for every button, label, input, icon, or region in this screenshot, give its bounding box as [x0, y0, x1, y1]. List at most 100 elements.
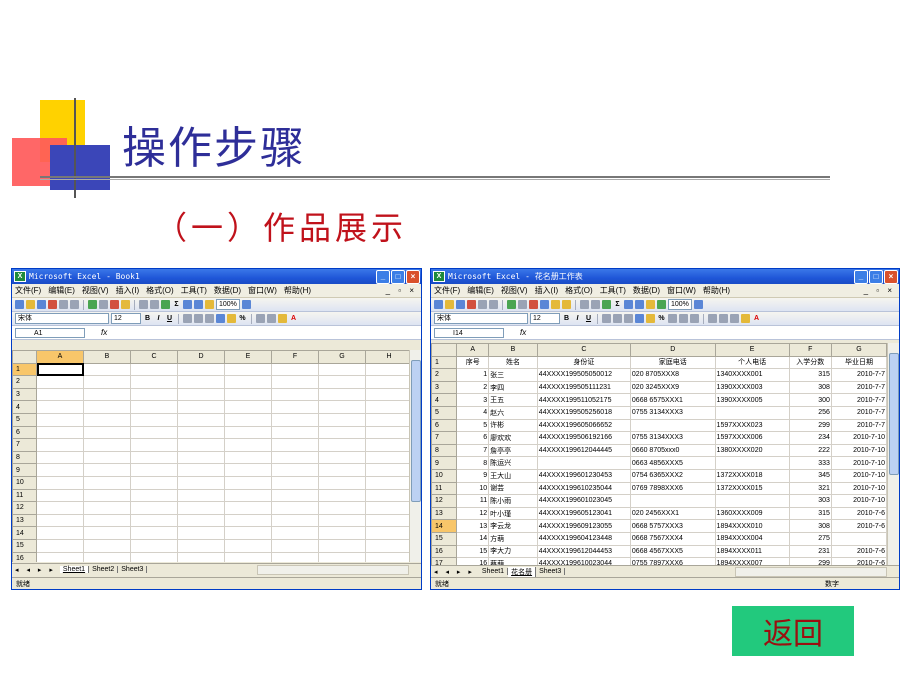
cell[interactable]: 44XXXX199604123448	[536, 531, 631, 546]
cell[interactable]: 2010-7-7	[830, 368, 887, 382]
cell[interactable]: 12	[456, 506, 490, 521]
row-header[interactable]: 13	[431, 506, 458, 521]
cell[interactable]: 叶小瑾	[488, 506, 538, 521]
cell[interactable]: 0668 5757XXX3	[629, 519, 716, 533]
merge-center-icon[interactable]	[635, 314, 644, 323]
cell[interactable]: 1360XXXX009	[714, 506, 790, 521]
currency-icon[interactable]	[646, 314, 655, 323]
sort-ascending-icon[interactable]	[183, 300, 192, 309]
header-cell[interactable]: 毕业日期	[830, 355, 887, 370]
cell[interactable]: 231	[788, 544, 832, 559]
cell[interactable]	[224, 400, 272, 414]
cell[interactable]: 张三	[488, 368, 538, 382]
cell[interactable]: 2010-7-6	[830, 519, 887, 533]
print-preview-icon[interactable]	[70, 300, 79, 309]
menu-item[interactable]: 插入(I)	[535, 285, 559, 296]
row-header[interactable]: 3	[431, 380, 458, 395]
scrollbar-thumb[interactable]	[889, 353, 899, 475]
print-icon[interactable]	[59, 300, 68, 309]
column-header[interactable]: A	[36, 350, 84, 364]
zoom-select[interactable]: 100%	[668, 299, 692, 310]
cell[interactable]	[365, 362, 409, 377]
cell[interactable]: 谢芸	[488, 481, 538, 496]
row-header[interactable]: 3	[12, 387, 37, 402]
cell[interactable]: 44XXXX199506192166	[536, 431, 631, 445]
cell[interactable]: 234	[788, 431, 832, 445]
cell[interactable]	[83, 362, 131, 377]
sheet-tab[interactable]: Sheet1	[59, 566, 90, 573]
redo-icon[interactable]	[150, 300, 159, 309]
row-header[interactable]: 15	[431, 531, 458, 546]
cell[interactable]	[271, 362, 319, 377]
column-header[interactable]: B	[488, 343, 538, 357]
row-header[interactable]: 14	[12, 526, 37, 540]
cell[interactable]	[365, 450, 409, 465]
cell[interactable]	[177, 450, 225, 465]
cell[interactable]	[271, 425, 319, 440]
cell[interactable]	[365, 400, 409, 414]
row-header[interactable]: 14	[431, 519, 458, 533]
close-button[interactable]: ×	[406, 269, 420, 284]
cell[interactable]	[365, 475, 409, 490]
row-header[interactable]: 6	[431, 418, 458, 433]
cell[interactable]: 2010-7-6	[830, 557, 887, 565]
menu-item[interactable]: 视图(V)	[501, 285, 528, 296]
cell[interactable]	[130, 463, 178, 477]
copy-icon[interactable]	[540, 300, 549, 309]
cell[interactable]	[83, 526, 131, 540]
cell[interactable]: 15	[456, 544, 490, 559]
cell[interactable]	[83, 387, 131, 402]
cell[interactable]	[177, 438, 225, 452]
cell[interactable]	[36, 412, 84, 427]
align-left-icon[interactable]	[183, 314, 192, 323]
cell[interactable]: 1390XXXX003	[714, 380, 790, 395]
cell[interactable]	[271, 501, 319, 515]
cell[interactable]	[271, 475, 319, 490]
cell[interactable]	[365, 513, 409, 528]
cell[interactable]	[224, 501, 272, 515]
column-header[interactable]: D	[629, 343, 716, 357]
research-icon[interactable]	[99, 300, 108, 309]
cell[interactable]	[318, 375, 366, 389]
help-icon[interactable]	[241, 300, 251, 309]
cell[interactable]	[130, 375, 178, 389]
new-icon[interactable]	[15, 300, 24, 309]
cell[interactable]: 308	[788, 380, 832, 395]
cell[interactable]	[36, 425, 84, 440]
scrollbar-thumb[interactable]	[411, 360, 421, 502]
cell[interactable]	[318, 513, 366, 528]
cell[interactable]	[271, 538, 319, 553]
cell[interactable]: 1372XXXX018	[714, 468, 790, 483]
cell[interactable]	[130, 425, 178, 440]
cell[interactable]: 2010-7-6	[830, 544, 887, 559]
font-color-icon[interactable]: A	[752, 315, 761, 322]
cell[interactable]	[224, 488, 272, 503]
percent-icon[interactable]: %	[657, 315, 666, 322]
sheet-nav-arrows[interactable]: ◂ ◂ ▸ ▸	[15, 566, 56, 574]
sheet-nav-arrows[interactable]: ◂ ◂ ▸ ▸	[434, 568, 475, 576]
cell[interactable]: 1894XXXX007	[714, 557, 790, 565]
menu-item[interactable]: 编辑(E)	[467, 285, 494, 296]
cell[interactable]	[130, 387, 178, 402]
cell[interactable]	[36, 488, 84, 503]
cell[interactable]	[271, 400, 319, 414]
cell[interactable]: 李云龙	[488, 519, 538, 533]
cell[interactable]	[130, 488, 178, 503]
chart-wizard-icon[interactable]	[205, 300, 214, 309]
row-header[interactable]: 10	[431, 468, 458, 483]
cell[interactable]: 1372XXXX015	[714, 481, 790, 496]
cell[interactable]	[224, 387, 272, 402]
cell[interactable]: 2010-7-10	[830, 481, 887, 496]
row-header[interactable]: 10	[12, 475, 37, 490]
menu-item[interactable]: 帮助(H)	[284, 285, 311, 296]
cell[interactable]	[365, 375, 409, 389]
cell[interactable]: 0668 4567XXX5	[629, 544, 716, 559]
minimize-button[interactable]: _	[854, 269, 868, 284]
vertical-scrollbar[interactable]	[887, 343, 899, 565]
menu-item[interactable]: 文件(F)	[15, 285, 41, 296]
cell[interactable]	[224, 375, 272, 389]
cell[interactable]	[177, 501, 225, 515]
cut-icon[interactable]	[529, 300, 538, 309]
cell[interactable]: 0754 6365XXX2	[629, 468, 716, 483]
column-header[interactable]: G	[318, 350, 366, 364]
